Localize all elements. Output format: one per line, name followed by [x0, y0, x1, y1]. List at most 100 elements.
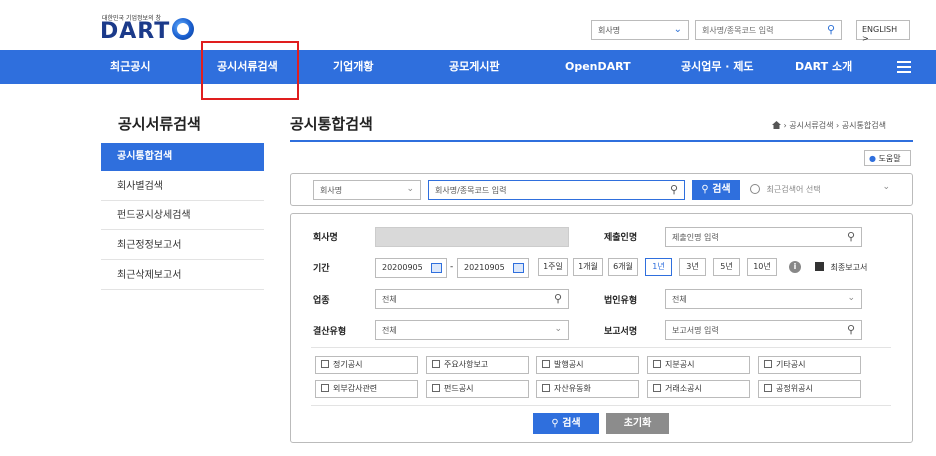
- sidebar-item-recent-corrections[interactable]: 최근정정보고서: [101, 232, 264, 260]
- corp-type-value: 전체: [672, 295, 687, 304]
- search-icon: ⚲: [701, 184, 709, 195]
- settlement-type-select[interactable]: 전체 ⌄: [375, 320, 569, 340]
- recent-search-select[interactable]: 최근검색어 선택 ⌄: [750, 182, 890, 195]
- header-search-type-select[interactable]: 회사명 ⌄: [591, 20, 689, 40]
- nav-item-recent[interactable]: 최근공시: [110, 50, 150, 84]
- highlight-box: [201, 41, 299, 100]
- help-button[interactable]: ● 도움말: [864, 150, 911, 166]
- company-name-label: 회사명: [313, 233, 338, 243]
- checkbox-icon: [432, 384, 440, 392]
- main-nav: 최근공시 공시서류검색 기업개황 공모게시판 OpenDART 공시업무 · 제…: [0, 50, 936, 84]
- sidebar-item-integrated-search[interactable]: 공시통합검색: [101, 143, 264, 171]
- search-icon[interactable]: ⚲: [554, 292, 562, 305]
- recent-search-placeholder: 최근검색어 선택: [766, 185, 821, 194]
- company-name-field: [375, 227, 569, 247]
- search-icon[interactable]: ⚲: [827, 23, 835, 36]
- period-1month-button[interactable]: 1개월: [573, 258, 603, 276]
- checkbox-icon: [432, 360, 440, 368]
- breadcrumb-item[interactable]: 공시서류검색: [789, 121, 833, 130]
- period-3year-button[interactable]: 3년: [679, 258, 706, 276]
- reset-button[interactable]: 초기화: [606, 413, 669, 434]
- calendar-icon[interactable]: [513, 263, 524, 273]
- date-from-field[interactable]: 20200905: [375, 258, 447, 278]
- sidebar-item-company-search[interactable]: 회사별검색: [101, 173, 264, 201]
- chevron-down-icon: ⌄: [406, 184, 414, 194]
- settlement-type-value: 전체: [382, 326, 397, 335]
- nav-item-company[interactable]: 기업개황: [333, 50, 373, 84]
- checkbox-icon: [653, 384, 661, 392]
- chevron-down-icon: ⌄: [847, 293, 855, 303]
- nav-item-about[interactable]: DART 소개: [795, 50, 852, 84]
- nav-item-disclosure-system[interactable]: 공시업무 · 제도: [681, 50, 754, 84]
- search-type-value: 회사명: [320, 186, 343, 195]
- report-name-placeholder: 보고서명 입력: [672, 326, 719, 335]
- search-icon[interactable]: ⚲: [847, 323, 855, 336]
- clock-icon: [750, 184, 760, 194]
- chevron-down-icon: ⌄: [882, 182, 890, 192]
- type-checkbox-regular[interactable]: 정기공시: [315, 356, 418, 374]
- date-separator: -: [450, 262, 454, 272]
- date-to-value: 20210905: [464, 263, 505, 272]
- period-10year-button[interactable]: 10년: [747, 258, 777, 276]
- sidebar-item-recent-deletions[interactable]: 최근삭제보고서: [101, 262, 264, 290]
- type-checkbox-other[interactable]: 기타공시: [758, 356, 861, 374]
- search-icon[interactable]: ⚲: [847, 230, 855, 243]
- type-checkbox-fund[interactable]: 펀드공시: [426, 380, 529, 398]
- type-label: 정기공시: [333, 360, 363, 369]
- checkbox-icon: [321, 360, 329, 368]
- type-checkbox-equity[interactable]: 지분공시: [647, 356, 750, 374]
- period-label: 기간: [313, 264, 330, 274]
- search-button[interactable]: ⚲ 검색: [533, 413, 599, 434]
- type-checkbox-major[interactable]: 주요사항보고: [426, 356, 529, 374]
- company-search-input[interactable]: 회사명/종목코드 입력 ⚲: [428, 180, 685, 200]
- search-icon: ⚲: [551, 418, 559, 429]
- breadcrumb-item[interactable]: 공시통합검색: [842, 121, 886, 130]
- search-type-select[interactable]: 회사명 ⌄: [313, 180, 421, 200]
- type-label: 주요사항보고: [444, 360, 489, 369]
- english-button[interactable]: ENGLISH >: [856, 20, 910, 43]
- final-report-checkbox[interactable]: 최종보고서: [815, 261, 867, 273]
- map-pin-icon: ●: [869, 154, 876, 163]
- type-checkbox-issuance[interactable]: 발행공시: [536, 356, 639, 374]
- checkbox-icon: [764, 360, 772, 368]
- submitter-placeholder: 제출인명 입력: [672, 233, 719, 242]
- nav-item-opendart[interactable]: OpenDART: [565, 50, 631, 84]
- type-checkbox-securitization[interactable]: 자산유동화: [536, 380, 639, 398]
- divider: [311, 405, 891, 406]
- type-checkbox-ftc[interactable]: 공정위공시: [758, 380, 861, 398]
- type-label: 발행공시: [554, 360, 584, 369]
- submitter-label: 제출인명: [604, 233, 638, 243]
- type-checkbox-exchange[interactable]: 거래소공시: [647, 380, 750, 398]
- checkbox-icon: [653, 360, 661, 368]
- industry-select[interactable]: 전체 ⚲: [375, 289, 569, 309]
- header-search-type-value: 회사명: [598, 26, 621, 35]
- info-icon[interactable]: i: [789, 261, 801, 273]
- report-name-input[interactable]: 보고서명 입력 ⚲: [665, 320, 862, 340]
- period-1year-button[interactable]: 1년: [645, 258, 672, 276]
- header-search-input[interactable]: 회사명/종목코드 입력 ⚲: [695, 20, 842, 40]
- corp-type-label: 법인유형: [604, 296, 638, 306]
- quick-search-label: 검색: [712, 184, 731, 195]
- calendar-icon[interactable]: [431, 263, 442, 273]
- type-label: 거래소공시: [665, 384, 702, 393]
- hamburger-menu-icon[interactable]: [897, 61, 911, 73]
- nav-item-public-offering[interactable]: 공모게시판: [449, 50, 500, 84]
- home-icon[interactable]: [772, 121, 781, 129]
- date-to-field[interactable]: 20210905: [457, 258, 529, 278]
- logo-swirl-icon: [172, 18, 194, 40]
- dart-logo[interactable]: DART: [100, 19, 170, 44]
- type-checkbox-audit[interactable]: 외부감사관련: [315, 380, 418, 398]
- industry-label: 업종: [313, 296, 330, 306]
- checkbox-checked-icon: [815, 262, 824, 271]
- corp-type-select[interactable]: 전체 ⌄: [665, 289, 862, 309]
- sidebar-item-fund-search[interactable]: 펀드공시상세검색: [101, 202, 264, 230]
- quick-search-button[interactable]: ⚲ 검색: [692, 180, 740, 200]
- submitter-input[interactable]: 제출인명 입력 ⚲: [665, 227, 862, 247]
- period-5year-button[interactable]: 5년: [713, 258, 740, 276]
- period-6month-button[interactable]: 6개월: [608, 258, 638, 276]
- type-label: 지분공시: [665, 360, 695, 369]
- type-label: 자산유동화: [554, 384, 591, 393]
- search-icon[interactable]: ⚲: [670, 183, 678, 196]
- period-1week-button[interactable]: 1주일: [538, 258, 568, 276]
- report-name-label: 보고서명: [604, 327, 638, 337]
